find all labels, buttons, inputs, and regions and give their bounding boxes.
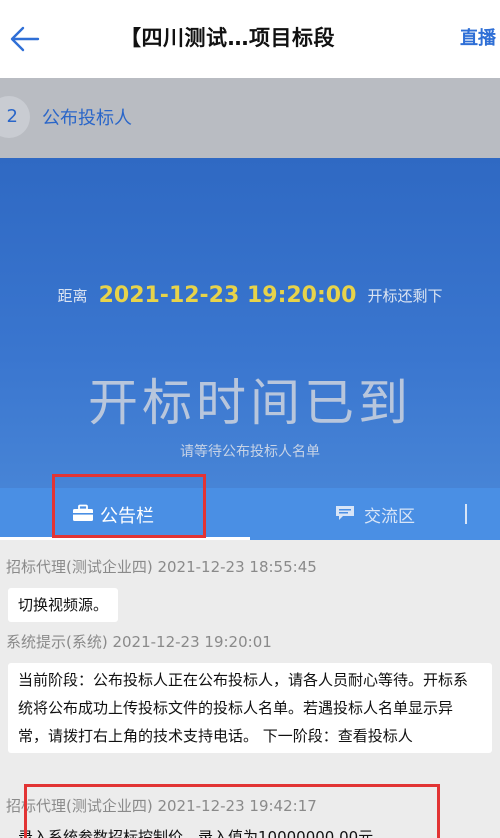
- message-sender: 系统提示(系统) 2021-12-23 19:20:01: [6, 633, 272, 651]
- page-title: 【四川测试…项目标段: [120, 26, 335, 50]
- message-sender: 招标代理(测试企业四) 2021-12-23 18:55:45: [6, 558, 317, 576]
- countdown-time: 2021-12-23 19:20:00: [98, 283, 357, 308]
- highlight-box: [52, 474, 206, 538]
- countdown: 距离 2021-12-23 19:20:00 开标还剩下: [0, 283, 500, 308]
- countdown-prefix: 距离: [57, 287, 88, 305]
- message-bubble: 切换视频源。: [8, 588, 119, 622]
- tab-discussion-label: 交流区: [364, 507, 415, 527]
- countdown-suffix: 开标还剩下: [367, 287, 443, 305]
- chat-bubble-icon: [334, 504, 356, 522]
- waiting-message: 请等待公布投标人名单: [180, 444, 320, 460]
- highlight-box: [24, 784, 440, 838]
- stage-bar: 2 公布投标人: [0, 78, 500, 158]
- message-bubble: 当前阶段：公布投标人正在公布投标人，请各人员耐心等待。开标系统将公布成功上传投标…: [8, 663, 492, 753]
- tab-discussion[interactable]: 交流区: [330, 488, 460, 540]
- live-button[interactable]: 直播: [460, 24, 496, 50]
- back-arrow-icon[interactable]: [8, 22, 42, 56]
- stage-label: 公布投标人: [42, 108, 132, 129]
- video-area[interactable]: 距离 2021-12-23 19:20:00 开标还剩下 开标时间已到 请等待公…: [0, 158, 500, 488]
- stage-number: 2: [0, 96, 30, 138]
- tab-divider: [465, 504, 467, 524]
- top-bar: 【四川测试…项目标段 直播: [0, 0, 500, 78]
- opening-time-message: 开标时间已到: [88, 374, 412, 432]
